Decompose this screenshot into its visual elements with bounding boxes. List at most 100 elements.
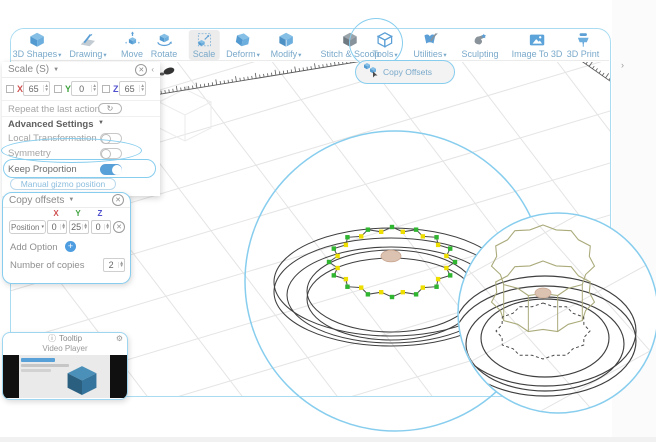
spin-down-icon[interactable]: ▾ — [141, 87, 144, 93]
video-player-label: Video Player — [42, 344, 88, 353]
spin-down-icon[interactable]: ▾ — [62, 225, 65, 231]
utilities-icon — [421, 31, 440, 49]
toolbar-button-drawing[interactable]: Drawing▾ — [69, 30, 107, 60]
main-toolbar: 3D Shapes▾ Drawing▾ Move Rotate Scale De… — [11, 29, 609, 61]
copies-input[interactable]: 2 ▴ ▾ — [103, 258, 125, 272]
page-right-margin — [612, 0, 656, 442]
spin-down-icon[interactable]: ▾ — [45, 87, 48, 93]
keep-proportion-label: Keep Proportion — [8, 164, 77, 175]
3d-print-icon — [573, 31, 592, 49]
tooltip-header: ⓘ Tooltip ⚙ — [3, 333, 127, 344]
column-z-label: Z — [97, 209, 103, 218]
video-cube — [67, 366, 97, 395]
right-panel-expander[interactable]: › — [621, 60, 624, 70]
toolbar-label: 3D Print — [566, 49, 600, 59]
cube-icon — [27, 31, 46, 49]
add-option-row: Add Option + — [3, 239, 130, 255]
remove-offset-icon[interactable]: ✕ — [113, 221, 125, 233]
sculpting-icon — [471, 31, 490, 49]
column-x-label: X — [53, 209, 59, 218]
spin-down-icon[interactable]: ▾ — [106, 225, 109, 231]
panel-title: Copy offsets — [9, 194, 65, 206]
tools-menu-item-copy-offsets[interactable]: Copy Offsets — [355, 60, 455, 84]
offset-z-input[interactable]: 0 ▴ ▾ — [91, 220, 111, 234]
column-y-label: Y — [75, 209, 81, 218]
tools-icon — [376, 31, 395, 49]
page-bottom-margin — [0, 437, 656, 442]
toolbar-button-tools[interactable]: Tools▾ — [372, 30, 398, 60]
toolbar-label: Tools▾ — [372, 48, 398, 59]
tooltip-video-panel: ⓘ Tooltip ⚙ Video Player — [2, 332, 128, 400]
keep-proportion-row: Keep Proportion — [2, 161, 160, 177]
repeat-button[interactable]: ↻ — [98, 103, 122, 114]
scale-icon — [194, 31, 213, 49]
toolbar-button-deform[interactable]: Deform▾ — [226, 30, 260, 60]
offset-x-input[interactable]: 0 ▴ ▾ — [47, 220, 67, 234]
local-transformation-toggle[interactable] — [100, 133, 122, 144]
z-axis-checkbox[interactable] — [102, 85, 110, 93]
toolbar-button-utilities[interactable]: Utilities▾ — [413, 30, 447, 60]
close-icon[interactable]: ✕ — [135, 63, 148, 76]
close-icon[interactable]: ✕ — [112, 194, 124, 206]
chevron-down-icon: ▼ — [68, 197, 75, 203]
toolbar-button-rotate[interactable]: Rotate — [150, 30, 178, 60]
move-icon — [122, 31, 141, 49]
copy-offsets-header[interactable]: Copy offsets ▼ ✕ — [3, 193, 130, 208]
refresh-icon: ↻ — [106, 104, 114, 113]
toolbar-button-3d-print[interactable]: 3D Print — [566, 30, 600, 60]
scale-panel-header[interactable]: Scale (S) ▼ ✕ ‹ — [2, 62, 160, 78]
toolbar-label: Deform▾ — [226, 48, 260, 59]
toolbar-label: Rotate — [150, 49, 178, 59]
video-scene — [19, 355, 110, 398]
advanced-settings-row[interactable]: Advanced Settings ▼ — [2, 116, 160, 131]
drawing-icon — [79, 31, 98, 49]
toolbar-button-modify[interactable]: Modify▾ — [271, 30, 301, 60]
menu-item-label: Copy Offsets — [383, 67, 432, 77]
repeat-label: Repeat the last action — [8, 104, 100, 115]
local-transformation-row: Local Transformation — [2, 131, 160, 146]
offset-y-input[interactable]: 25 ▴ ▾ — [69, 220, 89, 234]
symmetry-label: Symmetry — [8, 148, 51, 159]
panel-collapse-icon[interactable]: ‹ — [151, 65, 154, 74]
copy-offsets-icon — [363, 62, 379, 83]
video-thumbnail[interactable] — [3, 355, 127, 398]
toolbar-button-stitch-scoop[interactable]: Stitch & Scoop — [320, 30, 380, 60]
x-axis-checkbox[interactable] — [6, 85, 14, 93]
video-mini-row — [21, 369, 51, 372]
gear-icon[interactable]: ⚙ — [116, 334, 123, 343]
scale-x-input[interactable]: 65 ▴ ▾ — [23, 81, 50, 96]
number-of-copies-row: Number of copies 2 ▴ ▾ — [3, 256, 130, 274]
symmetry-row: Symmetry — [2, 146, 160, 161]
add-option-plus-icon[interactable]: + — [65, 241, 76, 252]
y-axis-checkbox[interactable] — [54, 85, 62, 93]
spin-down-icon[interactable]: ▾ — [120, 263, 123, 269]
toolbar-label: 3D Shapes▾ — [12, 48, 62, 59]
offset-mode-dropdown[interactable]: Position ▾ — [9, 220, 46, 234]
scale-z-input[interactable]: 65 ▴ ▾ — [119, 81, 146, 96]
toolbar-label: Sculpting — [461, 49, 499, 59]
image-to-3d-icon — [528, 31, 547, 49]
spin-down-icon[interactable]: ▾ — [84, 225, 87, 231]
copies-label: Number of copies — [10, 260, 85, 271]
local-transformation-label: Local Transformation — [8, 133, 97, 144]
keep-proportion-toggle[interactable] — [100, 164, 122, 175]
chevron-down-icon: ▾ — [41, 224, 44, 230]
symmetry-toggle[interactable] — [100, 148, 122, 159]
gizmo-row: Manual gizmo position — [2, 177, 160, 191]
toolbar-button-scale[interactable]: Scale — [188, 30, 220, 60]
spin-down-icon[interactable]: ▾ — [93, 87, 96, 93]
info-icon: ⓘ — [47, 334, 56, 343]
toolbar-button-3d-shapes[interactable]: 3D Shapes▾ — [12, 30, 62, 60]
manual-gizmo-button[interactable]: Manual gizmo position — [10, 178, 116, 190]
scale-y-input[interactable]: 0 ▴ ▾ — [71, 81, 98, 96]
toolbar-button-move[interactable]: Move — [121, 30, 143, 60]
toolbar-button-image-to-3d[interactable]: Image To 3D — [512, 30, 562, 60]
toolbar-label: Drawing▾ — [69, 48, 107, 59]
advanced-settings-label: Advanced Settings — [8, 119, 94, 130]
copy-offsets-panel: Copy offsets ▼ ✕ X Y Z Position ▾ 0 ▴ ▾ 2… — [2, 192, 131, 284]
deform-icon — [234, 31, 253, 49]
chevron-down-icon: ▼ — [53, 66, 60, 73]
toolbar-label: Utilities▾ — [413, 48, 447, 59]
toolbar-button-sculpting[interactable]: Sculpting — [461, 30, 499, 60]
toolbar-label: Scale — [192, 49, 216, 59]
